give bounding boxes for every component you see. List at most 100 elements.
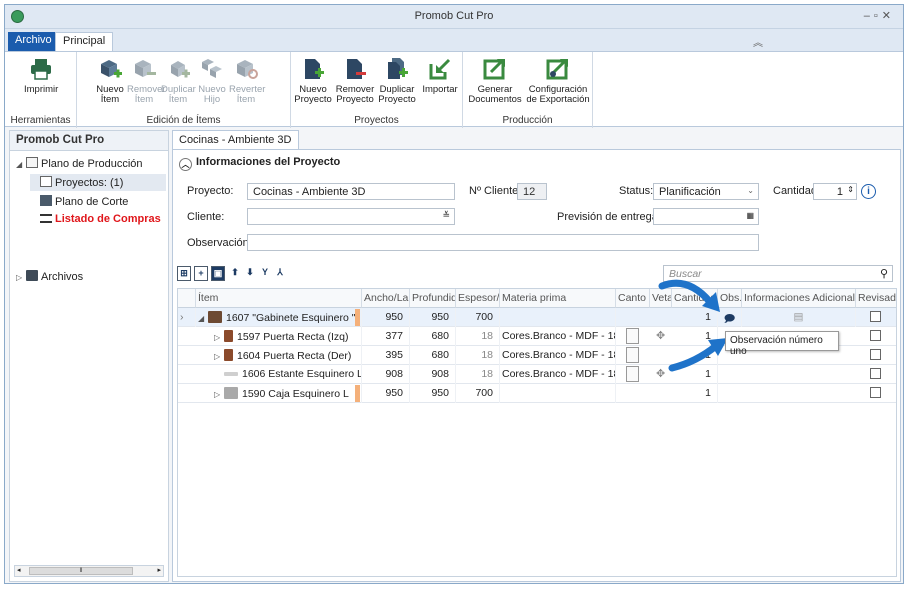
cell-profundidad[interactable]: 908 xyxy=(410,365,456,384)
col-revisado[interactable]: Revisado xyxy=(856,289,896,308)
col-ancho[interactable]: Ancho/Largo xyxy=(362,289,410,308)
duplicar-proyecto-button[interactable]: Duplicar Proyecto xyxy=(377,56,417,105)
cell-item[interactable]: ▷ 1604 Puerta Recta (Der) xyxy=(196,346,362,365)
tree-node-plano-produccion[interactable]: ◢ Plano de Producción xyxy=(16,157,143,170)
minimize-icon[interactable]: – xyxy=(864,10,874,22)
status-select[interactable]: Planificación ⌄ xyxy=(653,183,759,200)
proyecto-input[interactable]: Cocinas - Ambiente 3D xyxy=(247,183,455,200)
table-row[interactable]: ▷ 1590 Caja Esquinero L 950 950 700 1 xyxy=(178,384,896,403)
cell-materia[interactable]: Cores.Branco - MDF - 18 (2 xyxy=(500,365,616,384)
collapse-icon[interactable]: ▷ xyxy=(16,273,26,282)
cell-profundidad[interactable]: 680 xyxy=(410,327,456,346)
maximize-icon[interactable]: ▫ xyxy=(874,10,882,22)
cell-materia[interactable] xyxy=(500,384,616,403)
add-row-icon[interactable]: + xyxy=(194,266,208,281)
tree-node-archivos[interactable]: ▷ Archivos xyxy=(16,270,83,283)
grain-icon[interactable]: ✥ xyxy=(656,367,665,380)
scroll-right-icon[interactable]: ▸ xyxy=(157,566,161,574)
cell-item[interactable]: 1606 Estante Esquinero L xyxy=(196,365,362,384)
search-icon[interactable]: ⚲ xyxy=(880,267,888,280)
collapse-icon[interactable]: ▷ xyxy=(214,333,224,342)
double-chevron-down-icon[interactable]: ≚ xyxy=(442,210,450,221)
generar-documentos-button[interactable]: Generar Documentos xyxy=(467,56,523,105)
canto-icon[interactable] xyxy=(626,366,639,382)
expand-all-icon[interactable]: ⊞ xyxy=(177,266,191,281)
collapse-icon[interactable]: ▷ xyxy=(214,390,224,399)
canto-icon[interactable] xyxy=(626,347,639,363)
scroll-left-icon[interactable]: ◂ xyxy=(17,566,21,574)
observacion-input[interactable] xyxy=(247,234,759,251)
info-document-icon[interactable]: ▤ xyxy=(742,308,856,327)
project-section-header[interactable]: ︿ Informaciones del Proyecto xyxy=(179,156,340,171)
revisado-checkbox[interactable] xyxy=(870,349,881,360)
nuevo-hijo-button[interactable]: Nuevo Hijo xyxy=(195,56,229,105)
revisado-checkbox[interactable] xyxy=(870,311,881,322)
table-row[interactable]: 1606 Estante Esquinero L 908 908 18 Core… xyxy=(178,365,896,384)
info-icon[interactable]: i xyxy=(861,184,876,199)
col-canto[interactable]: Canto xyxy=(616,289,650,308)
duplicar-item-button[interactable]: Duplicar Ítem xyxy=(161,56,196,105)
canto-icon[interactable] xyxy=(626,328,639,344)
imprimir-button[interactable]: Imprimir xyxy=(24,56,58,95)
cell-espesor[interactable]: 18 xyxy=(456,327,500,346)
cell-item[interactable]: ▷ 1597 Puerta Recta (Izq) xyxy=(196,327,362,346)
prevision-date-field[interactable]: ▦ xyxy=(653,208,759,225)
reverter-item-button[interactable]: Reverter Ítem xyxy=(229,56,265,105)
nuevo-item-button[interactable]: Nuevo Ítem xyxy=(93,56,127,105)
calendar-icon[interactable]: ▦ xyxy=(746,211,754,220)
cantidad-stepper[interactable]: 1 ⇕ xyxy=(813,183,857,200)
nuevo-proyecto-button[interactable]: Nuevo Proyecto xyxy=(293,56,333,105)
cell-item[interactable]: ◢ 1607 "Gabinete Esquinero " xyxy=(196,308,362,327)
cell-item[interactable]: ▷ 1590 Caja Esquinero L xyxy=(196,384,362,403)
cell-materia[interactable]: Cores.Branco - MDF - 18 (2 xyxy=(500,346,616,365)
ribbon-collapse-icon[interactable]: ︽ xyxy=(753,34,763,49)
cell-materia[interactable]: Cores.Branco - MDF - 18 (2 xyxy=(500,327,616,346)
cell-ancho[interactable]: 950 xyxy=(362,308,410,327)
cell-espesor[interactable]: 700 xyxy=(456,384,500,403)
grain-icon[interactable]: ✥ xyxy=(656,329,665,342)
cell-ancho[interactable]: 377 xyxy=(362,327,410,346)
cell-espesor[interactable]: 18 xyxy=(456,365,500,384)
col-materia[interactable]: Materia prima xyxy=(500,289,616,308)
tab-principal[interactable]: Principal xyxy=(55,32,114,51)
collapse-all-icon[interactable]: ▣ xyxy=(211,266,225,281)
tree-node-plano-corte[interactable]: Plano de Corte xyxy=(30,195,128,208)
spin-icon[interactable]: ⇕ xyxy=(847,185,854,194)
cell-ancho[interactable]: 950 xyxy=(362,384,410,403)
tab-cocinas[interactable]: Cocinas - Ambiente 3D xyxy=(172,130,299,149)
cell-ancho[interactable]: 395 xyxy=(362,346,410,365)
importar-button[interactable]: Importar xyxy=(421,56,459,95)
col-item[interactable]: Ítem xyxy=(196,289,362,308)
revisado-checkbox[interactable] xyxy=(870,368,881,379)
window-controls[interactable]: –▫✕ xyxy=(864,9,895,22)
revisado-checkbox[interactable] xyxy=(870,330,881,341)
col-info-adicionales[interactable]: Informaciones Adicionales xyxy=(742,289,856,308)
cell-ancho[interactable]: 908 xyxy=(362,365,410,384)
remover-item-button[interactable]: Remover Ítem xyxy=(127,56,166,105)
move-up-icon[interactable]: ⬆ xyxy=(228,266,242,281)
expand-icon[interactable]: ◢ xyxy=(198,314,208,323)
chevron-down-icon[interactable]: ⌄ xyxy=(747,186,754,195)
cell-materia[interactable] xyxy=(500,308,616,327)
cell-espesor[interactable]: 700 xyxy=(456,308,500,327)
collapse-circle-icon[interactable]: ︿ xyxy=(179,158,192,171)
merge-icon[interactable]: ⅄ xyxy=(273,266,287,281)
cliente-select[interactable]: ≚ xyxy=(247,208,455,225)
close-icon[interactable]: ✕ xyxy=(882,10,895,22)
cell-profundidad[interactable]: 950 xyxy=(410,384,456,403)
remover-proyecto-button[interactable]: Remover Proyecto xyxy=(335,56,375,105)
col-espesor[interactable]: Espesor/Alto xyxy=(456,289,500,308)
tree-node-proyectos[interactable]: Proyectos: (1) xyxy=(30,174,166,191)
collapse-icon[interactable]: ▷ xyxy=(214,352,224,361)
configuracion-exportacion-button[interactable]: Configuración de Exportación xyxy=(525,56,591,105)
col-profundidad[interactable]: Profundidad xyxy=(410,289,456,308)
cell-profundidad[interactable]: 950 xyxy=(410,308,456,327)
expand-icon[interactable]: ◢ xyxy=(16,160,26,169)
horizontal-scrollbar[interactable]: ◂ ǁ ▸ xyxy=(14,565,164,577)
split-icon[interactable]: Y xyxy=(258,266,272,281)
move-down-icon[interactable]: ⬇ xyxy=(243,266,257,281)
tab-archivo[interactable]: Archivo xyxy=(8,32,59,51)
revisado-checkbox[interactable] xyxy=(870,387,881,398)
tree-node-listado-compras[interactable]: Listado de Compras xyxy=(30,213,161,225)
cell-espesor[interactable]: 18 xyxy=(456,346,500,365)
